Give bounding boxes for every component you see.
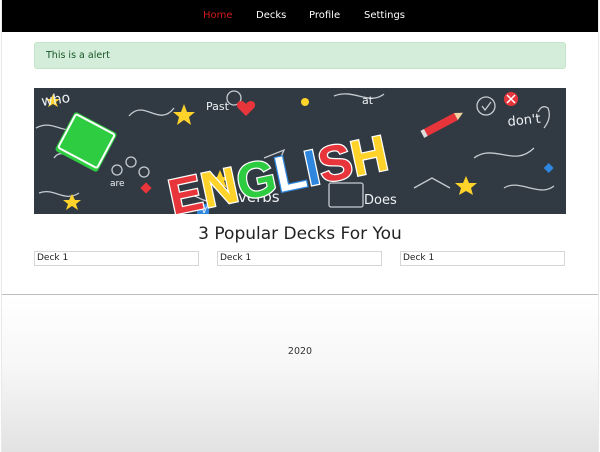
page-footer: 2020 [2,294,598,452]
doodle-word-at: at [362,94,374,107]
nav-settings-link[interactable]: Settings [364,10,405,21]
banner-title: ENGLISH [164,125,393,214]
doodle-word-past: Past [206,100,230,113]
doodle-word-does: Does [364,193,397,208]
deck-card[interactable]: Deck 1 [34,251,199,266]
success-alert: This is a alert [34,42,566,69]
nav-decks-link[interactable]: Decks [256,10,286,21]
popular-decks-heading: 3 Popular Decks For You [198,224,402,244]
doodle-word-dont: don't [507,112,542,130]
english-banner-image: who Past at don't are verbs Does V ENGLI… [34,88,566,214]
deck-card[interactable]: Deck 1 [400,251,565,266]
footer-year: 2020 [287,346,313,357]
app-window: Home Decks Profile Settings This is a al… [2,0,598,452]
doodle-word-who: who [40,90,71,110]
deck-card[interactable]: Deck 1 [217,251,382,266]
doodle-word-are: are [110,179,125,189]
nav-profile-link[interactable]: Profile [309,10,340,21]
top-navbar: Home Decks Profile Settings [2,0,598,32]
nav-home-link[interactable]: Home [203,10,233,21]
green-book-doodle [55,112,117,172]
